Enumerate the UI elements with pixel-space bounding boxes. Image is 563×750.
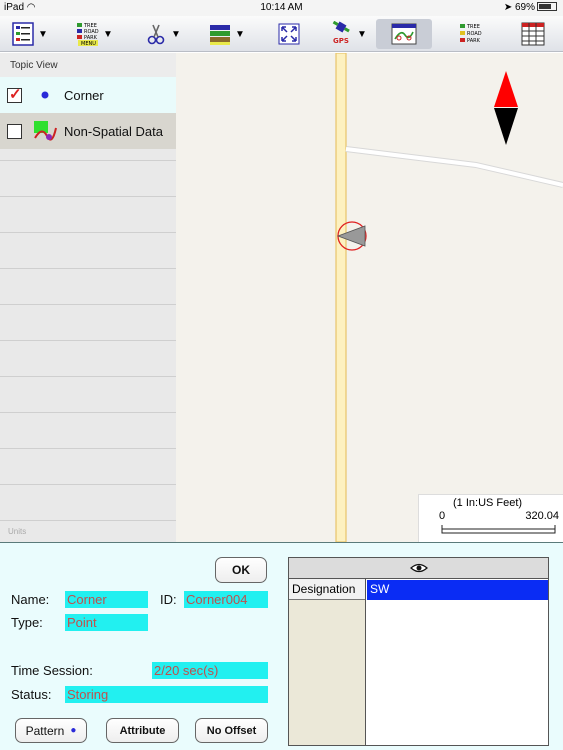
svg-text:ROAD: ROAD bbox=[467, 31, 482, 37]
layer-row-corner[interactable]: ✓ Corner bbox=[0, 77, 176, 113]
zoom-extent-button[interactable] bbox=[276, 19, 302, 49]
svg-text:TREE: TREE bbox=[466, 24, 480, 30]
topic-view-panel: Topic View ✓ Corner Non-Spatial Data Uni… bbox=[0, 53, 176, 542]
attribute-table: Designation SW bbox=[288, 557, 549, 746]
table-button[interactable] bbox=[520, 19, 546, 49]
layer-row-non-spatial-data[interactable]: Non-Spatial Data bbox=[0, 113, 176, 149]
tree-menu-icon: TREE ROAD PARK MENU bbox=[75, 21, 101, 47]
clock: 10:14 AM bbox=[260, 2, 303, 13]
gps-icon: GPS bbox=[329, 21, 355, 47]
scale-bar: (1 In:US Feet) 0 320.04 bbox=[418, 494, 563, 542]
ok-button[interactable]: OK bbox=[215, 557, 267, 583]
status-bar: iPad ◠ 10:14 AM ➤ 69% bbox=[0, 0, 563, 16]
units-label: Units bbox=[8, 527, 27, 536]
svg-text:GPS: GPS bbox=[333, 37, 349, 45]
gps-button[interactable]: GPS ▼ bbox=[329, 19, 367, 49]
type-label: Type: bbox=[11, 615, 43, 630]
time-session-label: Time Session: bbox=[11, 663, 93, 678]
chevron-down-icon: ▼ bbox=[103, 28, 113, 40]
eye-icon[interactable] bbox=[409, 563, 428, 573]
svg-text:MENU: MENU bbox=[81, 41, 96, 47]
attribute-table-header bbox=[289, 558, 548, 579]
scissors-icon bbox=[143, 21, 169, 47]
chevron-down-icon: ▼ bbox=[38, 28, 48, 40]
time-session-field[interactable]: 2/20 sec(s) bbox=[152, 662, 268, 679]
checkmark-icon: ✓ bbox=[9, 85, 22, 103]
pattern-button[interactable]: Pattern ● bbox=[15, 718, 87, 743]
road bbox=[335, 53, 347, 542]
status-field: Storing bbox=[65, 686, 268, 703]
map-graphics bbox=[335, 53, 563, 542]
north-arrow-icon bbox=[494, 71, 518, 145]
layer-label: Non-Spatial Data bbox=[64, 123, 163, 139]
no-offset-button[interactable]: No Offset bbox=[195, 718, 268, 743]
attribute-button[interactable]: Attribute bbox=[106, 718, 179, 743]
corner-marker[interactable] bbox=[336, 221, 367, 251]
location-icon: ➤ bbox=[503, 2, 513, 13]
chevron-down-icon: ▼ bbox=[357, 28, 367, 40]
tree-menu-button[interactable]: TREE ROAD PARK MENU ▼ bbox=[75, 19, 113, 49]
attribute-value[interactable]: SW bbox=[367, 580, 548, 600]
non-spatial-layer-icon bbox=[32, 120, 58, 142]
type-field[interactable]: Point bbox=[65, 614, 148, 631]
layers-icon bbox=[10, 21, 36, 47]
tree-toggle-button[interactable]: TREE ROAD PARK bbox=[459, 19, 485, 49]
table-icon bbox=[520, 21, 546, 47]
svg-text:PARK: PARK bbox=[467, 38, 481, 44]
layer-label: Corner bbox=[64, 87, 104, 103]
point-layer-icon bbox=[32, 90, 58, 100]
attribute-keys-column: Designation bbox=[289, 579, 366, 745]
scale-max: 320.04 bbox=[525, 510, 559, 522]
attribute-key: Designation bbox=[289, 579, 365, 600]
scale-title: (1 In:US Feet) bbox=[453, 497, 523, 509]
layers-button[interactable]: ▼ bbox=[10, 19, 48, 49]
name-field[interactable]: Corner bbox=[65, 591, 148, 608]
zoom-extent-icon bbox=[276, 21, 302, 47]
status-label: Status: bbox=[11, 687, 52, 702]
scale-ruler bbox=[441, 525, 556, 534]
chevron-down-icon: ▼ bbox=[235, 28, 245, 40]
layer-checkbox-non-spatial[interactable] bbox=[7, 123, 22, 139]
map-canvas[interactable]: (1 In:US Feet) 0 320.04 bbox=[176, 53, 563, 542]
battery-indicator: ➤ 69% bbox=[504, 2, 557, 13]
pattern-dot-icon: ● bbox=[70, 725, 77, 736]
toolbar: ▼ TREE ROAD PARK MENU ▼ ▼ ▼ GPS ▼ TREE R… bbox=[0, 16, 563, 52]
scale-min: 0 bbox=[439, 510, 446, 522]
pattern-label: Pattern bbox=[25, 723, 65, 738]
cut-button[interactable]: ▼ bbox=[143, 19, 181, 49]
map-view-icon bbox=[391, 21, 417, 47]
topic-view-title: Topic View bbox=[0, 53, 176, 77]
tree-toggle-icon: TREE ROAD PARK bbox=[459, 21, 485, 47]
layer-checkbox-corner[interactable]: ✓ bbox=[7, 85, 22, 103]
id-field[interactable]: Corner004 bbox=[184, 591, 268, 608]
map-view-button[interactable] bbox=[376, 19, 432, 49]
battery-icon bbox=[537, 2, 557, 11]
feature-attribute-panel: OK Name: Corner ID: Corner004 Type: Poin… bbox=[0, 542, 563, 750]
name-label: Name: bbox=[11, 592, 50, 607]
layer-stack-icon bbox=[207, 21, 233, 47]
layer-stack-button[interactable]: ▼ bbox=[207, 19, 245, 49]
chevron-down-icon: ▼ bbox=[171, 28, 181, 40]
id-label: ID: bbox=[160, 592, 177, 607]
